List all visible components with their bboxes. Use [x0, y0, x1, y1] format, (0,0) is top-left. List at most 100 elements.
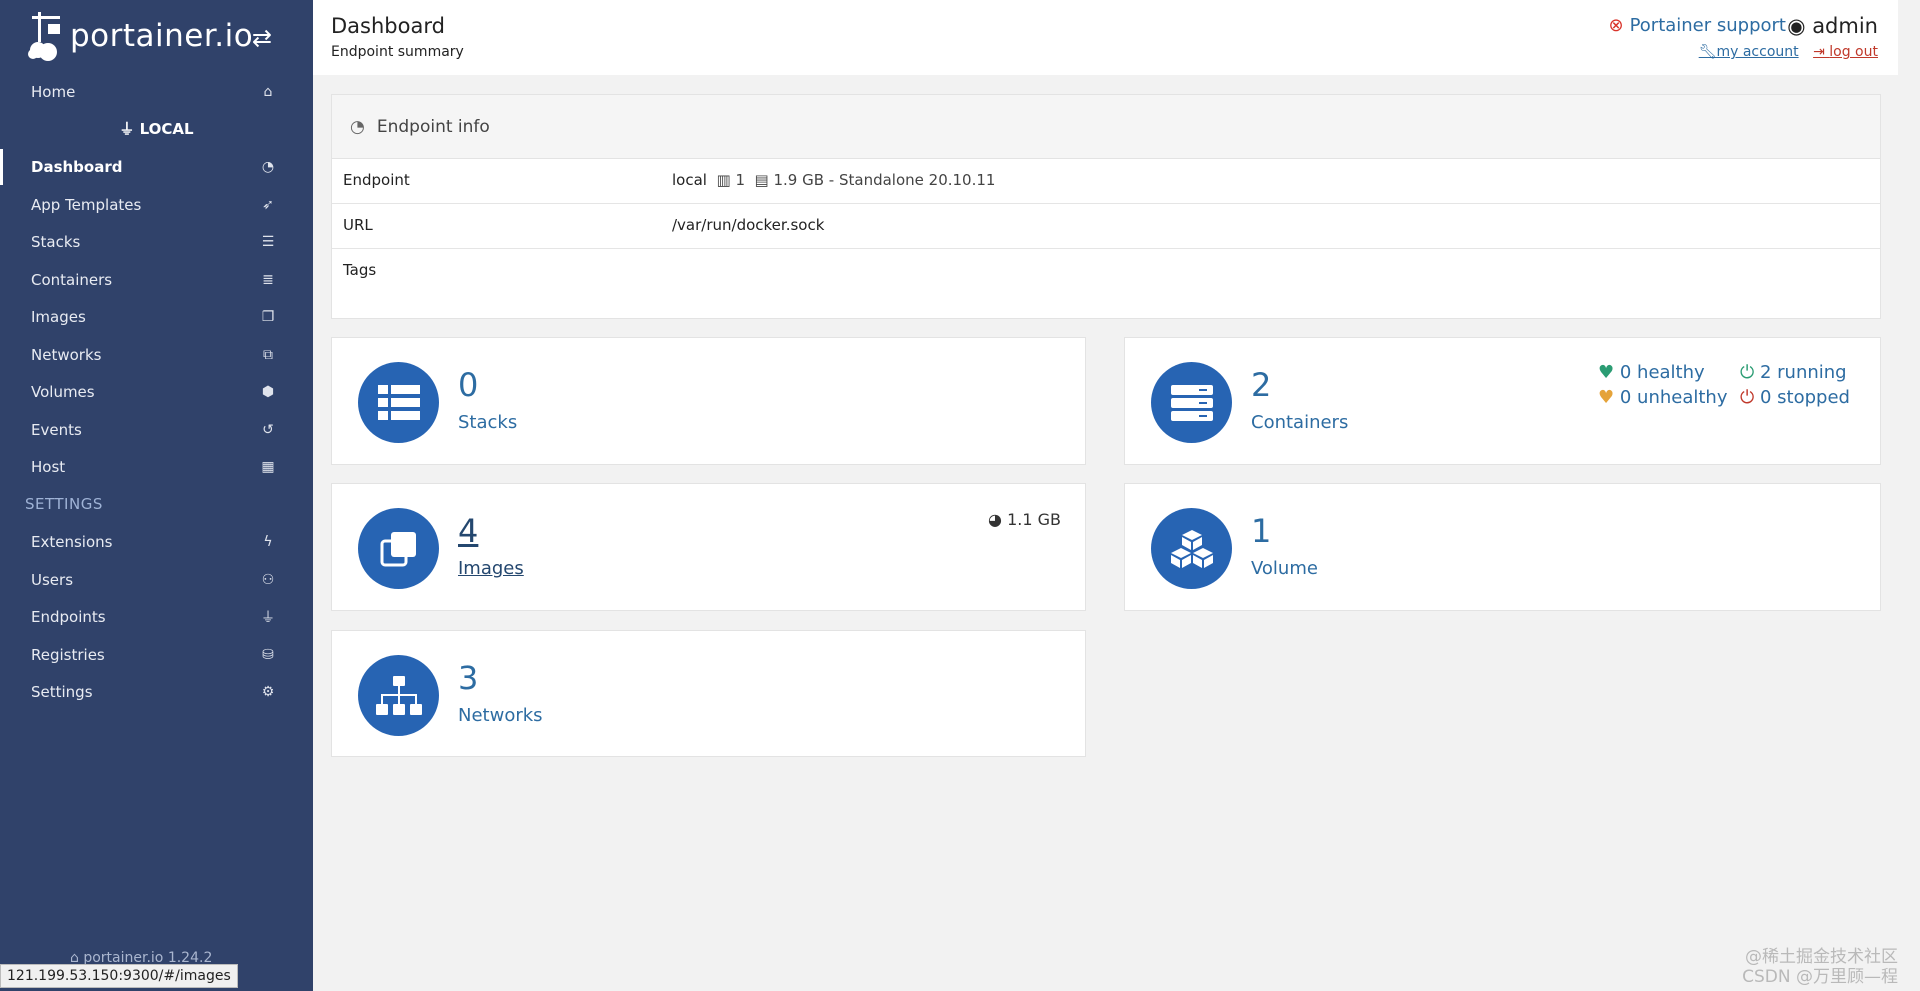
cogs-icon: ⚙ [261, 684, 275, 700]
sidebar-item-label: Networks [31, 346, 102, 364]
user-circle-icon: ◉ [1787, 14, 1813, 38]
images-count[interactable]: 4 [458, 512, 478, 550]
settings-section-title: SETTINGS [25, 495, 103, 513]
sidebar-item-label: Settings [31, 683, 93, 701]
containers-card[interactable]: 2 Containers ♥ 0 healthy ⏻ 2 running ♥ 0… [1124, 337, 1881, 465]
watermark-line-2: CSDN @万里顾—程 [1742, 967, 1898, 987]
sidebar-item-host[interactable]: Host ▦ [0, 449, 313, 485]
sidebar-item-label: Host [31, 458, 66, 476]
networks-card[interactable]: 3 Networks [331, 630, 1086, 757]
sidebar-toggle-icon[interactable]: ⇄ [252, 24, 272, 52]
page-title: Dashboard [331, 14, 445, 38]
plug-icon: ⏚ [261, 610, 275, 626]
sidebar-item-label: Containers [31, 271, 113, 289]
tachometer-icon: ◔ [350, 116, 365, 137]
sitemap-icon: ⧉ [263, 347, 273, 363]
images-size: ◕ 1.1 GB [988, 510, 1061, 529]
sidebar-item-volumes[interactable]: Volumes ⬢ [0, 374, 313, 410]
url-row: URL /var/run/docker.sock [332, 204, 1880, 249]
images-card[interactable]: 4 Images ◕ 1.1 GB [331, 483, 1086, 611]
sidebar: portainer.io ⇄ Home ⌂ Dashboard ◔ App Templa… [0, 0, 313, 991]
endpoint-info-header: ◔ Endpoint info [332, 95, 1880, 159]
endpoint-info-panel: ◔ Endpoint info Endpoint local ▥ 1 ▤ 1.9… [331, 94, 1881, 319]
cubes-icon: ⬢ [261, 384, 275, 400]
pie-chart-icon: ◕ [988, 510, 1008, 529]
healthy-count: ♥ 0 healthy [1598, 362, 1705, 383]
sidebar-item-app-templates[interactable]: App Templates ➶ [0, 187, 313, 223]
database-icon: ⛁ [262, 647, 274, 663]
portainer-crane-icon [28, 12, 60, 61]
portainer-support-link[interactable]: ⊗ Portainer support [1608, 15, 1786, 36]
memory-icon: ▤ [749, 171, 774, 189]
heartbeat-warning-icon: ♥ [1598, 387, 1620, 408]
sidebar-item-endpoints[interactable]: Endpoints ⏚ [0, 599, 313, 635]
stacks-icon [358, 362, 439, 443]
th-icon: ▦ [261, 459, 275, 475]
sidebar-item-stacks[interactable]: Stacks ☰ [0, 224, 313, 260]
sidebar-item-label: Dashboard [31, 158, 123, 176]
history-icon: ↺ [262, 422, 274, 438]
my-account-link[interactable]: 🔧︎my account [1699, 44, 1799, 60]
th-list-icon: ☰ [261, 234, 275, 250]
microchip-icon: ▥ [711, 171, 736, 189]
sidebar-item-label: App Templates [31, 196, 142, 214]
stacks-card[interactable]: 0 Stacks [331, 337, 1086, 465]
sidebar-item-dashboard[interactable]: Dashboard ◔ [0, 149, 313, 185]
sidebar-item-label: Home [31, 83, 76, 101]
heartbeat-icon: ♥ [1598, 362, 1620, 383]
endpoint-label: ⏚ LOCAL [119, 120, 194, 138]
containers-count: 2 [1251, 366, 1272, 404]
sidebar-item-events[interactable]: Events ↺ [0, 412, 313, 448]
sidebar-item-label: Users [31, 571, 74, 589]
stacks-label: Stacks [458, 412, 518, 433]
sidebar-item-label: Extensions [31, 533, 113, 551]
life-ring-icon: ⊗ [1608, 15, 1624, 36]
sidebar-item-extensions[interactable]: Extensions ϟ [0, 524, 313, 560]
stopped-count: ⏻ 0 stopped [1740, 387, 1850, 408]
sidebar-item-images[interactable]: Images ❐ [0, 299, 313, 335]
sitemap-icon [358, 655, 439, 736]
wrench-icon: 🔧︎ [1698, 44, 1717, 60]
power-off-icon: ⏻ [1740, 387, 1760, 408]
sidebar-item-label: Events [31, 421, 82, 439]
sidebar-item-label: Registries [31, 646, 105, 664]
networks-count: 3 [458, 659, 479, 697]
rocket-icon: ➶ [262, 197, 274, 213]
images-label[interactable]: Images [458, 558, 524, 579]
sidebar-item-registries[interactable]: Registries ⛁ [0, 637, 313, 673]
sidebar-item-label: Endpoints [31, 608, 106, 626]
page-header: Dashboard Endpoint summary ⊗ Portainer su… [313, 0, 1898, 75]
stacks-count: 0 [458, 366, 479, 404]
bolt-icon: ϟ [263, 534, 273, 550]
server-icon [1151, 362, 1232, 443]
containers-label: Containers [1251, 412, 1349, 433]
sidebar-item-networks[interactable]: Networks ⧉ [0, 337, 313, 373]
user-name: ◉ admin [1787, 14, 1878, 38]
volumes-card[interactable]: 1 Volume [1124, 483, 1881, 611]
volumes-count: 1 [1251, 512, 1272, 550]
plug-icon: ⏚ [119, 120, 140, 138]
page-subtitle: Endpoint summary [331, 44, 464, 60]
account-links: 🔧︎my account ⇥ log out [1699, 44, 1878, 60]
brand-name: portainer.io [70, 18, 254, 54]
networks-label: Networks [458, 705, 543, 726]
server-icon: ≣ [262, 272, 274, 288]
sidebar-item-settings[interactable]: Settings ⚙ [0, 674, 313, 710]
clone-icon: ❐ [261, 309, 275, 325]
sidebar-item-users[interactable]: Users ⚇ [0, 562, 313, 598]
log-out-link[interactable]: ⇥ log out [1813, 44, 1878, 60]
portainer-logo[interactable]: portainer.io [28, 8, 253, 64]
tags-row: Tags [343, 261, 377, 279]
sidebar-item-label: Volumes [31, 383, 95, 401]
cubes-icon [1151, 508, 1232, 589]
power-on-icon: ⏻ [1740, 362, 1760, 383]
unhealthy-count: ♥ 0 unhealthy [1598, 387, 1728, 408]
endpoint-value: local ▥ 1 ▤ 1.9 GB - Standalone 20.10.11 [672, 171, 996, 189]
volumes-label: Volume [1251, 558, 1318, 579]
sidebar-item-home[interactable]: Home ⌂ [0, 74, 313, 110]
sidebar-item-label: Images [31, 308, 86, 326]
endpoint-row: Endpoint local ▥ 1 ▤ 1.9 GB - Standalone… [332, 159, 1880, 204]
clone-icon [358, 508, 439, 589]
sidebar-item-containers[interactable]: Containers ≣ [0, 262, 313, 298]
browser-status-url: 121.199.53.150:9300/#/images [0, 964, 238, 988]
